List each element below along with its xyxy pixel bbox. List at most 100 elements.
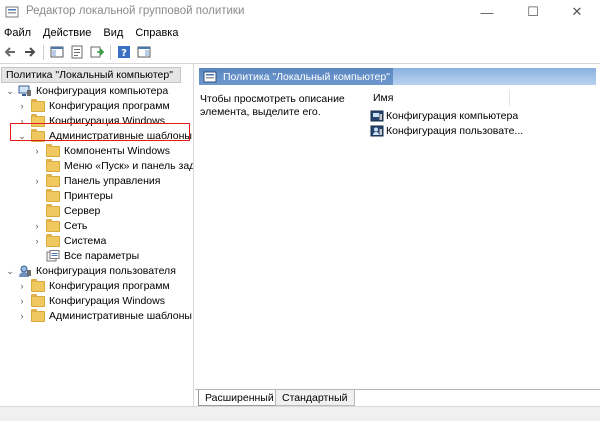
expanded-chevron-icon[interactable]: ⌄ (5, 86, 15, 96)
tree-item-label: Административные шаблоны (49, 310, 192, 323)
list-item-label: Конфигурация компьютера (386, 110, 519, 122)
details-header: Политика "Локальный компьютер" (199, 68, 393, 85)
help-button[interactable]: ? (114, 43, 133, 61)
tab-standard-label: Стандартный (282, 391, 348, 404)
tree-item-network[interactable]: › Сеть (0, 218, 193, 234)
tree-item-windows-components[interactable]: › Компоненты Windows (0, 143, 193, 159)
status-bar (0, 406, 600, 421)
tree-item-system[interactable]: › Система (0, 233, 193, 249)
collapsed-chevron-icon[interactable]: › (32, 236, 42, 246)
minimize-button[interactable]: — (464, 0, 510, 24)
list-item-computer-configuration[interactable]: Конфигурация компьютера (370, 109, 518, 123)
collapsed-chevron-icon[interactable]: › (17, 101, 27, 111)
view-tabs: Расширенный Стандартный (195, 389, 600, 407)
collapsed-chevron-icon[interactable]: › (17, 281, 27, 291)
tree-item-software-settings[interactable]: › Конфигурация программ (0, 98, 193, 114)
details-header-title: Политика "Локальный компьютер" (223, 70, 390, 83)
tree-item-user-windows-settings[interactable]: › Конфигурация Windows (0, 293, 193, 309)
tree-item-control-panel[interactable]: › Панель управления (0, 173, 193, 189)
tree-item-all-settings[interactable]: Все параметры (0, 249, 193, 264)
folder-icon (31, 308, 45, 322)
toolbar-separator (43, 44, 44, 60)
minimize-icon: — (480, 4, 494, 20)
menu-help[interactable]: Справка (129, 27, 184, 39)
tree-item-label: Конфигурация компьютера (36, 85, 169, 98)
properties-button[interactable] (67, 43, 86, 61)
tab-extended[interactable]: Расширенный (198, 390, 281, 406)
tree-item-label: Конфигурация программ (49, 280, 170, 293)
tree-item-start-menu-taskbar[interactable]: Меню «Пуск» и панель задач (0, 158, 193, 174)
folder-icon (46, 203, 60, 217)
collapsed-chevron-icon[interactable]: › (32, 221, 42, 231)
menu-action[interactable]: Действие (37, 27, 97, 39)
list-item-user-configuration[interactable]: Конфигурация пользовате... (370, 124, 523, 138)
tree-root-local-policy[interactable]: Политика "Локальный компьютер" (1, 67, 181, 83)
computer-configuration-icon (370, 110, 384, 122)
collapsed-chevron-icon[interactable]: › (17, 296, 27, 306)
collapsed-chevron-icon[interactable]: › (32, 176, 42, 186)
tree-item-label: Панель управления (64, 175, 161, 188)
show-hide-tree-button[interactable] (47, 43, 66, 61)
folder-icon (31, 98, 45, 112)
toolbar: ? (0, 42, 600, 62)
tab-extended-label: Расширенный (205, 391, 274, 404)
folder-icon (46, 143, 60, 157)
tree-item-computer-configuration[interactable]: ⌄ Конфигурация компьютера (0, 84, 193, 99)
folder-icon (46, 158, 60, 172)
collapsed-chevron-icon[interactable]: › (17, 311, 27, 321)
menu-view[interactable]: Вид (97, 27, 129, 39)
export-list-button[interactable] (87, 43, 106, 61)
toolbar-separator (110, 44, 111, 60)
selection-highlight-box (10, 123, 190, 141)
main-area: Политика "Локальный компьютер" ⌄ Конфигу… (0, 63, 600, 407)
column-header-name[interactable]: Имя (370, 90, 510, 106)
tree-item-label: Конфигурация Windows (49, 295, 165, 308)
folder-icon (46, 173, 60, 187)
forward-button[interactable] (20, 43, 39, 61)
tree-item-label: Компоненты Windows (64, 145, 171, 158)
maximize-button[interactable]: ☐ (510, 0, 556, 24)
policy-icon (203, 71, 217, 82)
tree-item-label: Сеть (64, 220, 88, 233)
tree-item-label: Конфигурация программ (49, 100, 170, 113)
expanded-chevron-icon[interactable]: ⌄ (5, 266, 15, 276)
svg-text:?: ? (121, 48, 127, 59)
tree-item-printers[interactable]: Принтеры (0, 188, 193, 204)
tree-item-user-software-settings[interactable]: › Конфигурация программ (0, 278, 193, 294)
help-icon: ? (117, 46, 130, 59)
window-title: Редактор локальной групповой политики (26, 5, 245, 17)
close-button[interactable]: ✕ (554, 0, 600, 24)
user-icon (19, 265, 31, 278)
properties-icon (71, 45, 82, 59)
forward-icon (24, 47, 35, 57)
tree-item-label: Система (64, 235, 107, 248)
folder-icon (31, 293, 45, 307)
tree-item-server[interactable]: Сервер (0, 203, 193, 219)
close-icon: ✕ (571, 4, 583, 19)
tree-item-label: Конфигурация пользователя (36, 265, 176, 278)
tree-item-user-configuration[interactable]: ⌄ Конфигурация пользователя (0, 264, 193, 279)
show-hide-tree-icon (50, 46, 63, 58)
back-icon (4, 47, 15, 57)
tree-item-label: Сервер (64, 205, 101, 218)
show-hide-action-pane-button[interactable] (134, 43, 153, 61)
tree-root-label: Политика "Локальный компьютер" (6, 69, 173, 81)
back-button[interactable] (0, 43, 19, 61)
menu-file[interactable]: Файл (0, 27, 37, 39)
column-header-label: Имя (373, 92, 394, 104)
tab-standard[interactable]: Стандартный (275, 390, 355, 406)
user-configuration-icon (370, 125, 384, 137)
tree-item-label: Все параметры (64, 250, 140, 263)
details-pane: Политика "Локальный компьютер" Чтобы про… (195, 64, 600, 407)
export-list-icon (90, 46, 104, 58)
tree-item-user-administrative-templates[interactable]: › Административные шаблоны (0, 308, 193, 324)
title-bar: Редактор локальной групповой политики — … (0, 0, 600, 24)
folder-icon (46, 218, 60, 232)
collapsed-chevron-icon[interactable]: › (32, 146, 42, 156)
menu-bar: Файл Действие Вид Справка (0, 24, 600, 42)
folder-icon (46, 233, 60, 247)
